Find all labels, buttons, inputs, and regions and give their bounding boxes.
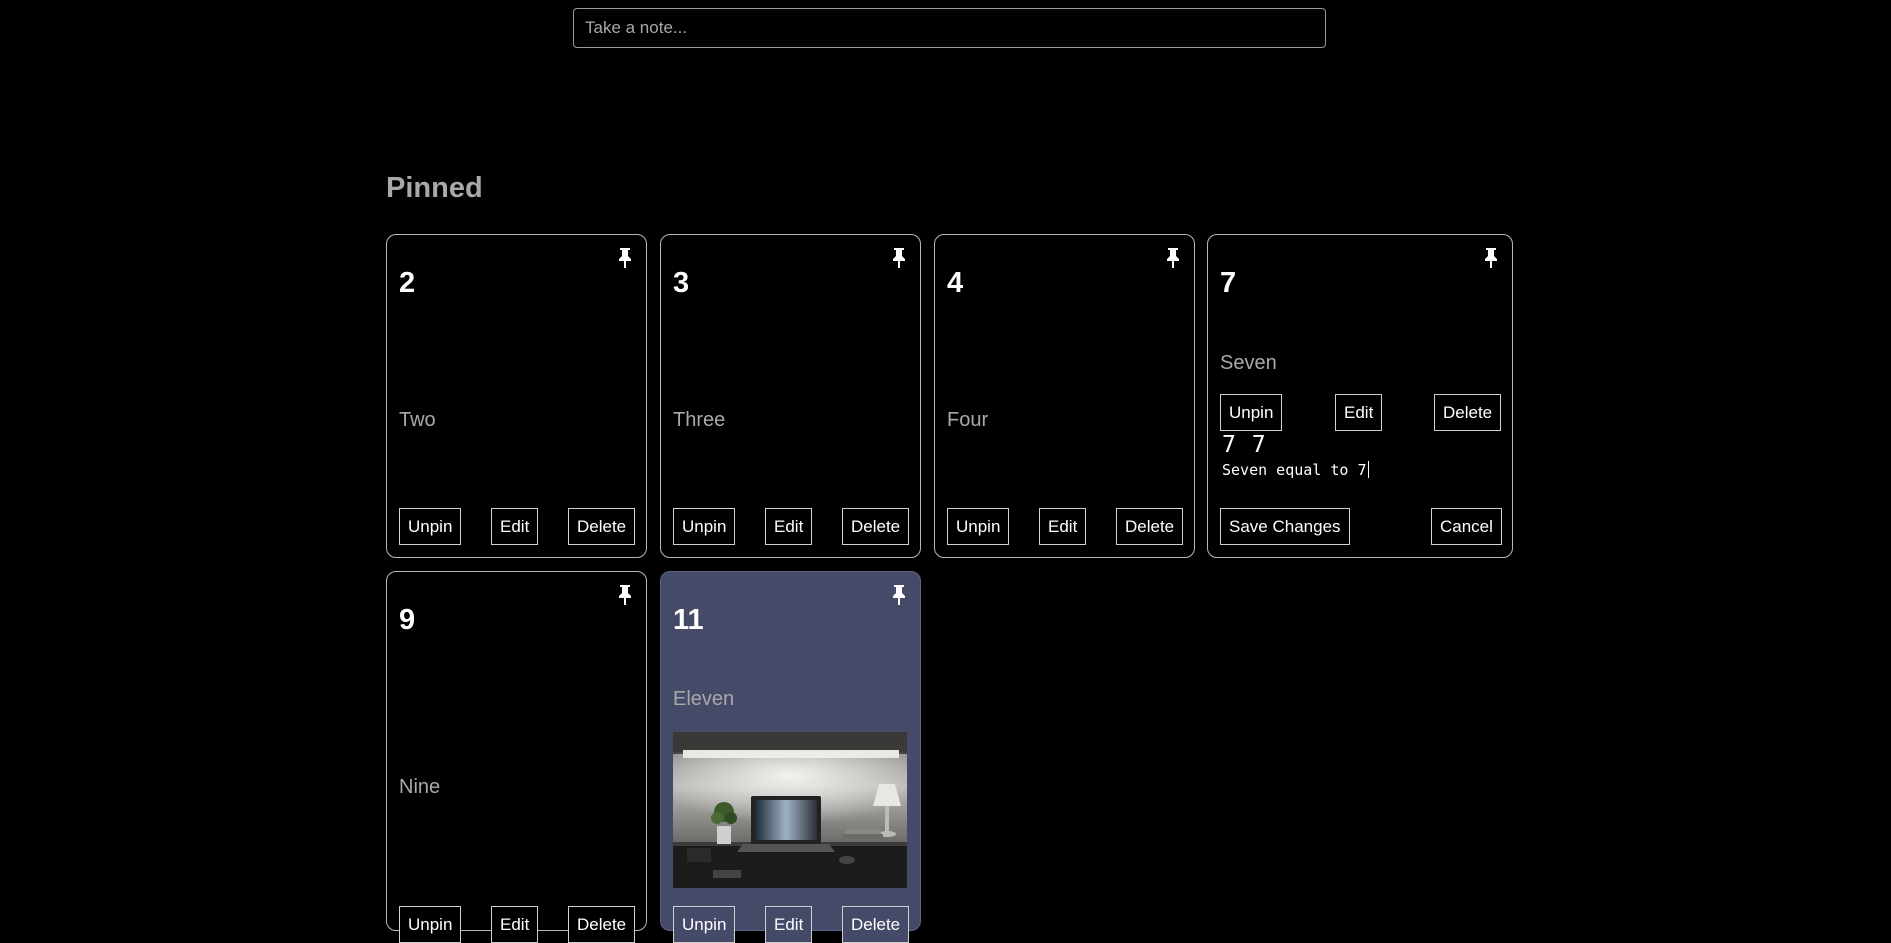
unpin-button[interactable]: Unpin — [1220, 394, 1283, 431]
note-body: Three — [673, 409, 726, 431]
pin-icon[interactable] — [617, 247, 633, 269]
note-body: Eleven — [673, 688, 735, 710]
unpin-button[interactable]: Unpin — [673, 508, 736, 545]
edit-button[interactable]: Edit — [765, 508, 813, 545]
pin-icon[interactable] — [891, 247, 907, 269]
note-card[interactable]: 11 Eleven Unpin Edit Delete — [660, 571, 921, 943]
note-card-editing[interactable]: 7 Seven Unpin Edit Delete 7 7 Seven equa… — [1207, 234, 1513, 558]
edit-title-field[interactable]: 7 7 — [1222, 432, 1267, 458]
pin-icon[interactable] — [617, 584, 633, 606]
unpin-button[interactable]: Unpin — [399, 906, 462, 943]
note-title: 3 — [673, 267, 690, 299]
text-caret — [1367, 461, 1369, 478]
edit-text-field[interactable]: Seven equal to 7 — [1222, 461, 1369, 479]
note-body: Four — [947, 409, 989, 431]
note-title: 11 — [673, 604, 704, 636]
edit-button[interactable]: Edit — [1335, 394, 1383, 431]
unpin-button[interactable]: Unpin — [673, 906, 736, 943]
pinned-heading: Pinned — [386, 172, 483, 204]
delete-button[interactable]: Delete — [842, 906, 910, 943]
note-body: Nine — [399, 776, 441, 798]
edit-button[interactable]: Edit — [491, 508, 539, 545]
pin-icon[interactable] — [1165, 247, 1181, 269]
edit-button[interactable]: Edit — [491, 906, 539, 943]
note-card[interactable]: 9 Nine Unpin Edit Delete — [386, 571, 647, 943]
pin-icon[interactable] — [1483, 247, 1499, 269]
note-title: 4 — [947, 267, 964, 299]
cancel-button[interactable]: Cancel — [1431, 508, 1502, 545]
note-image — [673, 732, 907, 888]
take-note-input[interactable] — [573, 8, 1326, 48]
note-title: 9 — [399, 604, 416, 636]
note-card[interactable]: 4 Four Unpin Edit Delete — [934, 234, 1195, 558]
unpin-button[interactable]: Unpin — [947, 508, 1010, 545]
note-title: 2 — [399, 267, 416, 299]
note-body: Seven — [1220, 352, 1277, 374]
save-changes-button[interactable]: Save Changes — [1220, 508, 1350, 545]
pin-icon[interactable] — [891, 584, 907, 606]
delete-button[interactable]: Delete — [842, 508, 910, 545]
edit-button[interactable]: Edit — [765, 906, 813, 943]
delete-button[interactable]: Delete — [1116, 508, 1184, 545]
note-title: 7 — [1220, 267, 1237, 299]
delete-button[interactable]: Delete — [1434, 394, 1502, 431]
edit-text-value: Seven equal to 7 — [1222, 461, 1367, 479]
unpin-button[interactable]: Unpin — [399, 508, 462, 545]
delete-button[interactable]: Delete — [568, 508, 636, 545]
note-body: Two — [399, 409, 436, 431]
note-card[interactable]: 2 Two Unpin Edit Delete — [386, 234, 647, 558]
edit-button[interactable]: Edit — [1039, 508, 1087, 545]
delete-button[interactable]: Delete — [568, 906, 636, 943]
note-card[interactable]: 3 Three Unpin Edit Delete — [660, 234, 921, 558]
